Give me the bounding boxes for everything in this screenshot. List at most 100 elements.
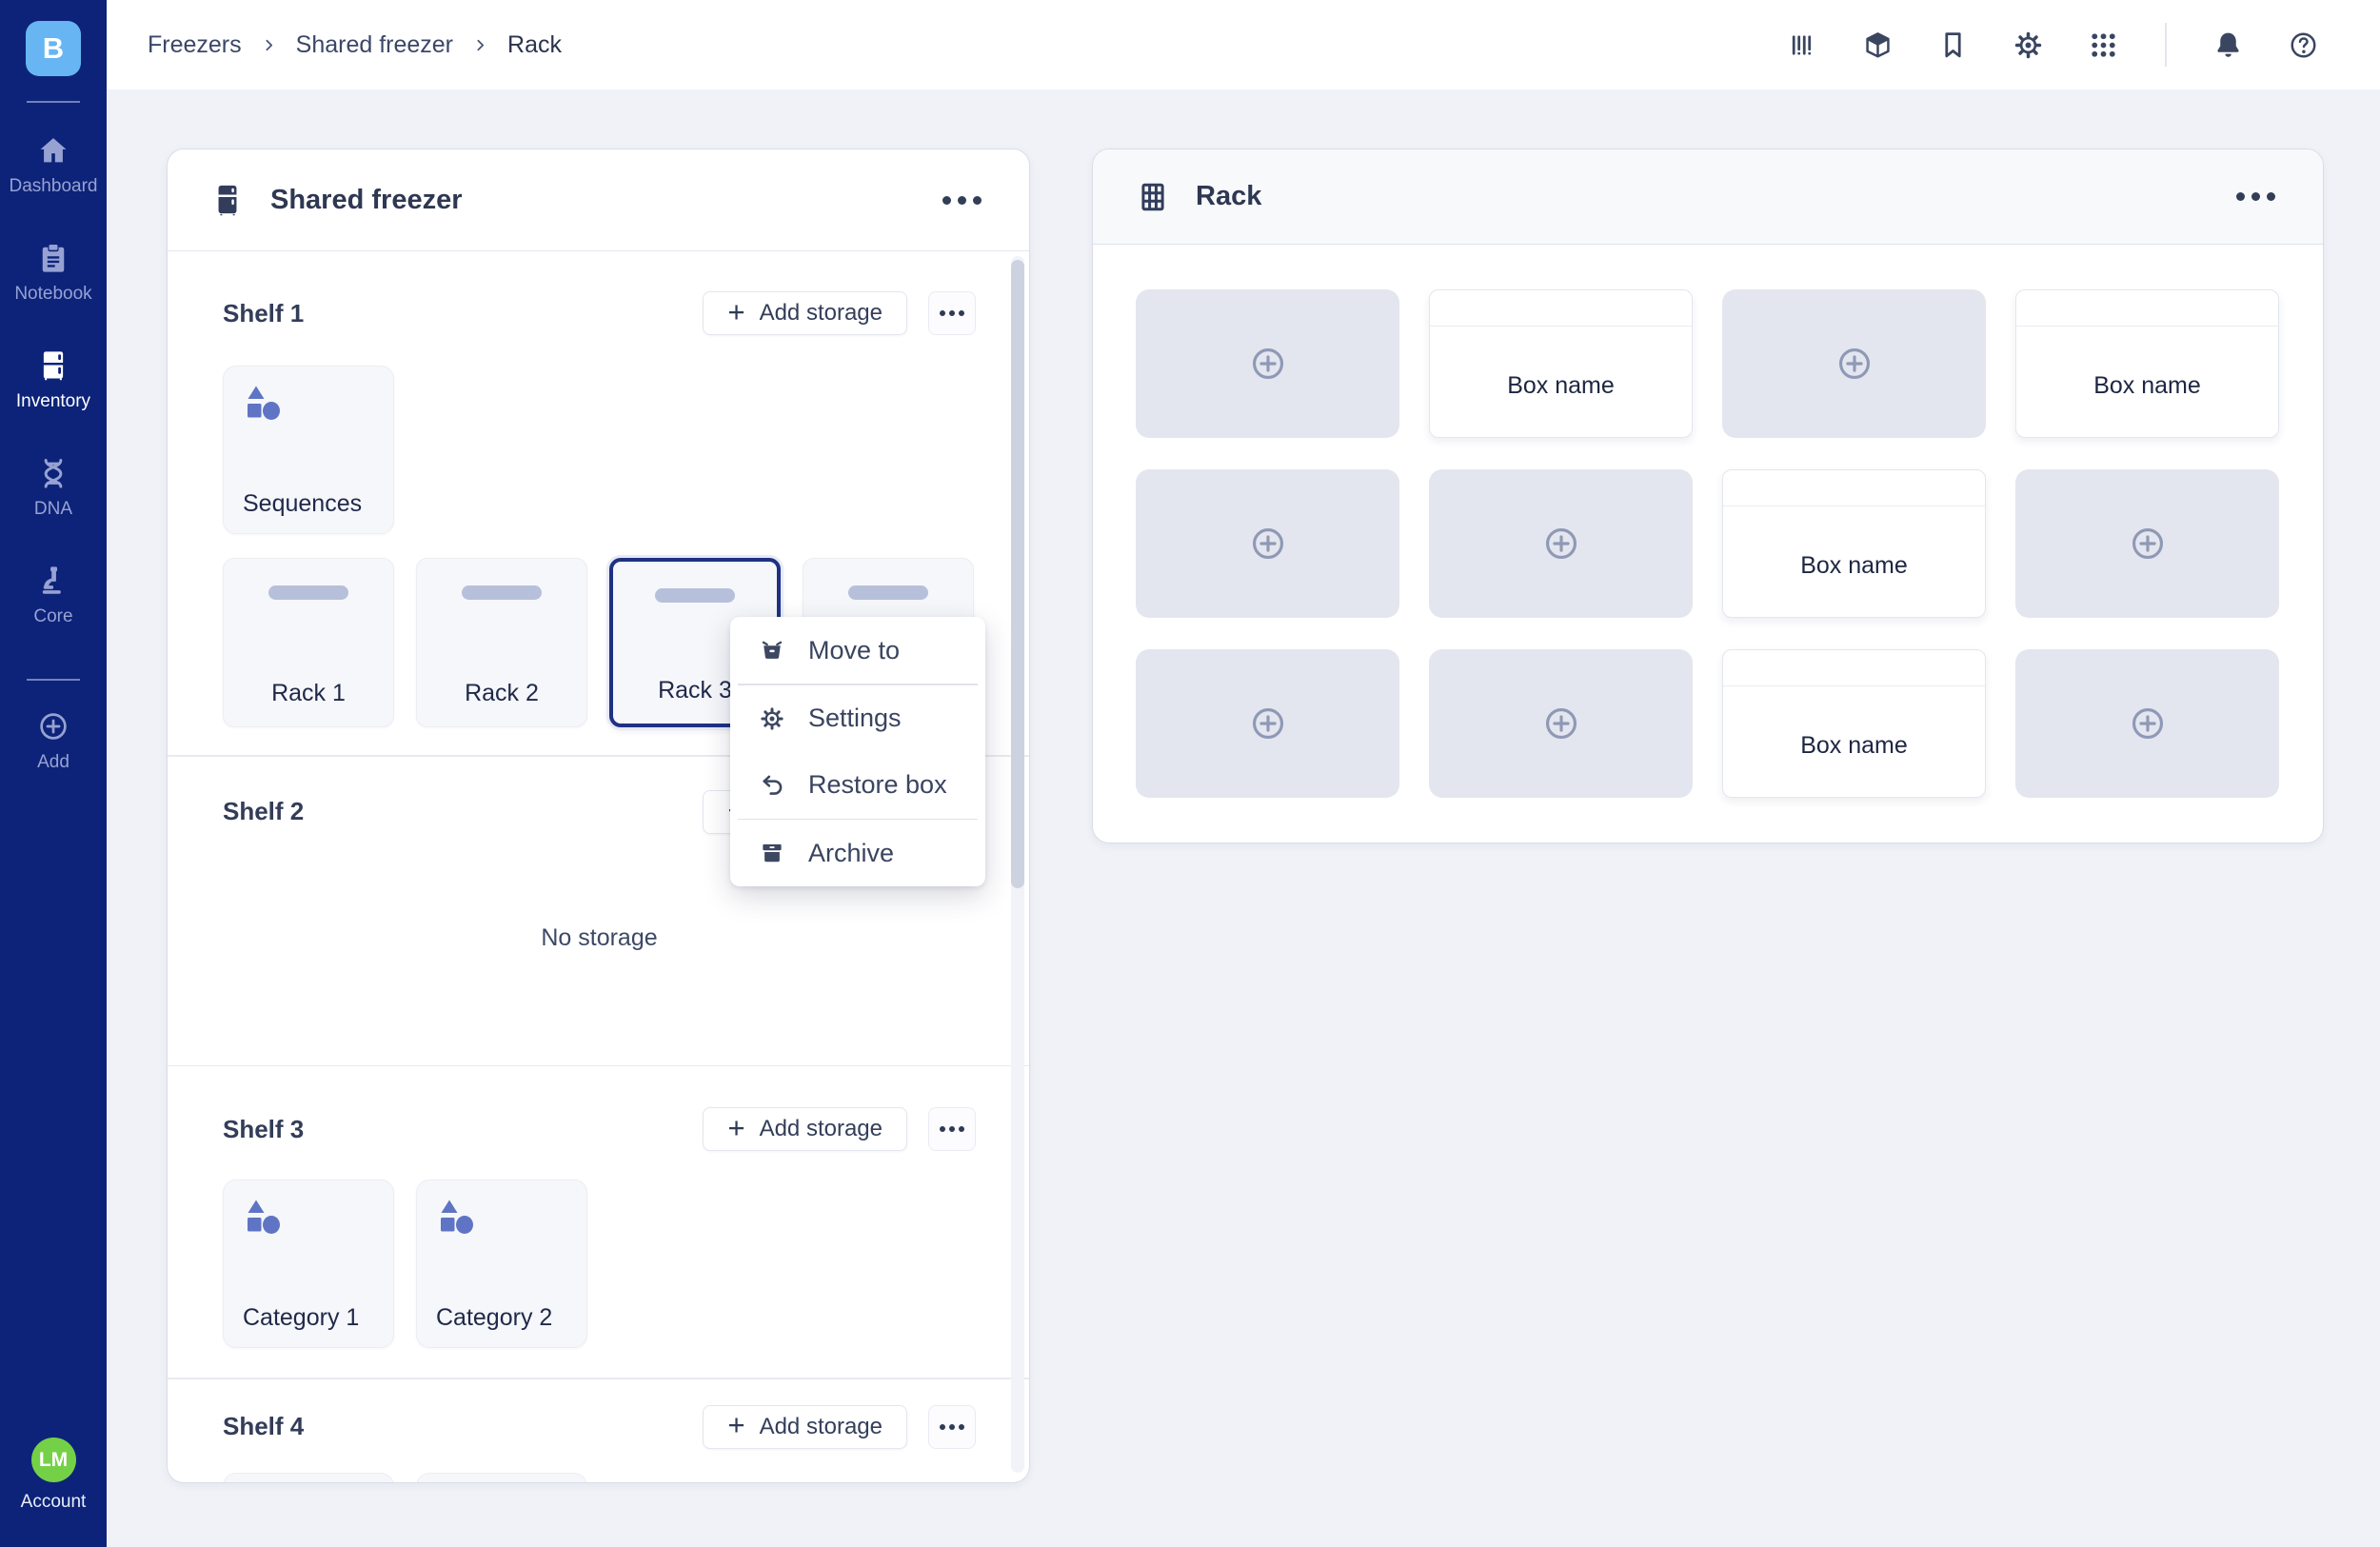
empty-box-slot[interactable] (2015, 469, 2279, 618)
help-icon[interactable] (2288, 30, 2319, 61)
scrollbar-track[interactable] (1011, 256, 1024, 1473)
bell-icon[interactable] (2212, 30, 2244, 61)
sidebar-item-dashboard[interactable]: Dashboard (10, 133, 98, 197)
plus-circle-icon (1248, 344, 1288, 384)
empty-box-slot[interactable] (1136, 289, 1399, 438)
app-logo-letter: B (43, 31, 64, 66)
shelf-more-button[interactable] (928, 1405, 976, 1449)
sidebar-item-inventory[interactable]: Inventory (10, 348, 98, 412)
add-storage-label: Add storage (760, 1116, 883, 1142)
storage-card-stub[interactable] (416, 1473, 587, 1483)
avatar: LM (31, 1438, 76, 1482)
rack-card-label: Rack 1 (224, 680, 393, 707)
account-label: Account (21, 1492, 87, 1513)
rack-card-label: Rack 2 (417, 680, 586, 707)
topbar: Freezers Shared freezer Rack (107, 0, 2380, 89)
box-card-label: Box name (1723, 552, 1985, 580)
breadcrumb-item-shared-freezer[interactable]: Shared freezer (296, 31, 453, 59)
shelf-title: Shelf 4 (223, 1412, 703, 1441)
shelf-header: Shelf 3+Add storage (223, 1107, 976, 1151)
box-card-header-strip (1723, 650, 1985, 686)
main-area: Shared freezer Shelf 1+Add storageSequen… (107, 89, 2380, 1547)
empty-box-slot[interactable] (1429, 469, 1693, 618)
sidebar-item-label: DNA (34, 499, 72, 520)
sidebar-item-core[interactable]: Core (10, 564, 98, 627)
storage-cards-row: Sequences (223, 366, 976, 534)
box-card[interactable]: Box name (1722, 469, 1986, 618)
rack-card[interactable]: Rack 1 (223, 558, 394, 727)
add-storage-button[interactable]: +Add storage (703, 291, 907, 335)
sidebar-item-add[interactable]: Add (36, 709, 70, 773)
empty-box-slot[interactable] (2015, 649, 2279, 798)
shapes-icon (243, 1198, 287, 1240)
notebook-icon (36, 241, 70, 275)
rack-panel-header: Rack (1093, 149, 2323, 245)
cube-icon[interactable] (1862, 30, 1894, 61)
move-to-icon (759, 637, 785, 664)
gear-icon (759, 705, 785, 732)
sidebar-item-label: Dashboard (10, 176, 98, 197)
box-card[interactable]: Box name (2015, 289, 2279, 438)
scrollbar-thumb[interactable] (1011, 260, 1024, 888)
sidebar: B DashboardNotebookInventoryDNACore Add … (0, 0, 107, 1547)
box-card[interactable]: Box name (1429, 289, 1693, 438)
add-storage-button[interactable]: +Add storage (703, 1107, 907, 1151)
archive-icon (759, 840, 785, 866)
menu-item-label: Settings (808, 704, 902, 733)
rack-panel-more-button[interactable] (2231, 187, 2281, 207)
storage-card-stub[interactable] (223, 1473, 394, 1483)
menu-item-restore-box[interactable]: Restore box (730, 752, 985, 819)
shelf-more-button[interactable] (928, 1107, 976, 1151)
sidebar-item-dna[interactable]: DNA (10, 456, 98, 520)
category-card-label: Category 2 (436, 1304, 552, 1332)
sidebar-divider (27, 679, 80, 681)
breadcrumb-item-rack: Rack (507, 31, 562, 59)
shelf-more-button[interactable] (928, 291, 976, 335)
content-area: Freezers Shared freezer Rack Shared freeze… (107, 0, 2380, 1547)
freezer-icon (211, 184, 244, 216)
breadcrumb-item-freezers[interactable]: Freezers (148, 31, 242, 59)
microscope-icon (36, 564, 70, 598)
shapes-icon (243, 384, 287, 426)
empty-box-slot[interactable] (1136, 649, 1399, 798)
empty-box-slot[interactable] (1136, 469, 1399, 618)
sidebar-item-notebook[interactable]: Notebook (10, 241, 98, 305)
rack-card[interactable]: Rack 2 (416, 558, 587, 727)
breadcrumb: Freezers Shared freezer Rack (148, 31, 562, 59)
menu-item-label: Archive (808, 839, 894, 868)
box-card[interactable]: Box name (1722, 649, 1986, 798)
sidebar-item-account[interactable]: LM Account (21, 1438, 87, 1513)
category-card[interactable]: Sequences (223, 366, 394, 534)
bookmark-icon[interactable] (1937, 30, 1969, 61)
empty-box-slot[interactable] (1722, 289, 1986, 438)
grid-dots-icon[interactable] (2088, 30, 2119, 61)
gear-icon[interactable] (2013, 30, 2044, 61)
sidebar-item-label: Add (37, 752, 69, 773)
add-storage-label: Add storage (760, 1414, 883, 1440)
sidebar-divider (27, 101, 80, 103)
add-storage-button[interactable]: +Add storage (703, 1405, 907, 1449)
menu-item-move-to[interactable]: Move to (730, 617, 985, 684)
category-card[interactable]: Category 1 (223, 1180, 394, 1348)
shelf-divider (168, 1378, 1029, 1379)
barcode-icon[interactable] (1787, 30, 1818, 61)
plus-circle-icon (1248, 524, 1288, 564)
shelf-title: Shelf 2 (223, 797, 703, 826)
topbar-icons (1787, 23, 2319, 67)
rack-pill (268, 585, 348, 600)
plus-icon: + (727, 297, 744, 327)
rack-grid-icon (1137, 181, 1169, 213)
menu-item-label: Move to (808, 636, 900, 665)
avatar-initials: LM (39, 1449, 68, 1472)
rack-panel: Rack Box name Box name Box name Box name (1092, 149, 2324, 843)
menu-item-archive[interactable]: Archive (730, 820, 985, 886)
box-card-label: Box name (2016, 372, 2278, 400)
shelf-divider (168, 1065, 1029, 1067)
shelf-header: Shelf 4+Add storage (223, 1405, 976, 1449)
freezer-panel-more-button[interactable] (937, 190, 987, 210)
category-card[interactable]: Category 2 (416, 1180, 587, 1348)
app-logo[interactable]: B (26, 21, 81, 76)
empty-box-slot[interactable] (1429, 649, 1693, 798)
menu-item-settings[interactable]: Settings (730, 685, 985, 752)
sidebar-item-label: Core (33, 606, 72, 627)
